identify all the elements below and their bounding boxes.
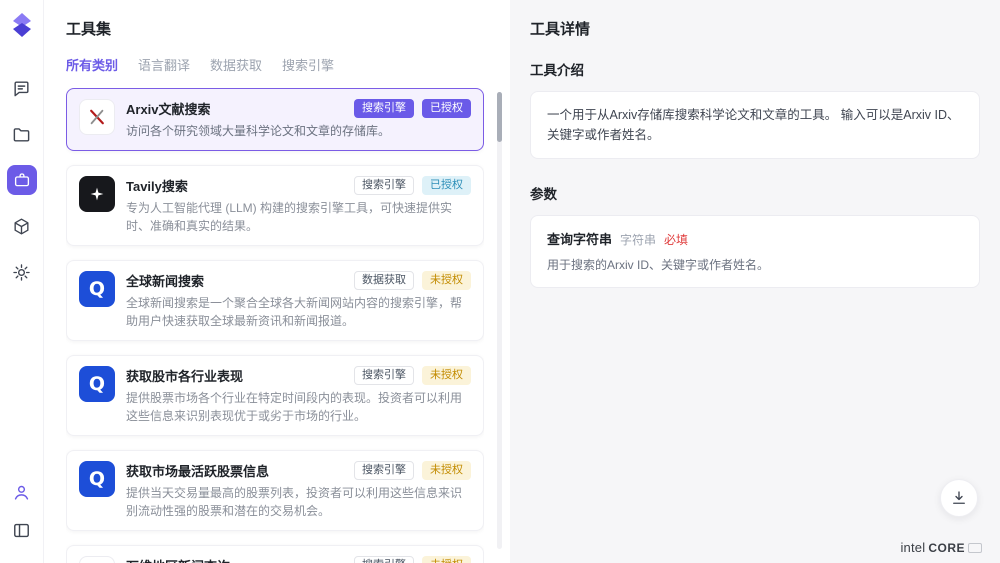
nav-settings-gear-icon[interactable]: [7, 257, 37, 287]
param-name: 查询字符串: [547, 229, 612, 248]
tool-name: 获取股市各行业表现: [126, 366, 243, 385]
auth-status-badge: 未授权: [422, 366, 471, 385]
nav-tools-briefcase-icon[interactable]: [7, 165, 37, 195]
auth-status-badge: 未授权: [422, 461, 471, 480]
intel-logo-text: intel: [900, 540, 925, 555]
tool-intro-text: 一个用于从Arxiv存储库搜索科学论文和文章的工具。 输入可以是Arxiv ID…: [547, 105, 963, 145]
q-logo-icon: Q: [79, 366, 115, 402]
params-section-heading: 参数: [530, 183, 980, 203]
q-logo-letter: Q: [89, 468, 105, 490]
category-tabs: 所有类别 语言翻译 数据获取 搜索引擎: [66, 55, 484, 74]
param-required-badge: 必填: [664, 231, 688, 248]
q-logo-letter: Q: [89, 278, 105, 300]
tool-description: 提供股票市场各个行业在特定时间段内的表现。投资者可以利用这些信息来识别表现优于或…: [126, 389, 471, 425]
core-badge-box: [968, 543, 982, 553]
tool-card-tavily[interactable]: Tavily搜索 搜索引擎 已授权 专为人工智能代理 (LLM) 构建的搜索引擎…: [66, 165, 484, 246]
q-logo-icon: Q: [79, 271, 115, 307]
news-document-icon: [79, 556, 115, 563]
tool-card-global-news-search[interactable]: Q 全球新闻搜索 数据获取 未授权 全球新闻搜索是一个聚合全球各大新闻网站内容的…: [66, 260, 484, 341]
param-type: 字符串: [620, 231, 656, 248]
auth-status-badge: 未授权: [422, 556, 471, 563]
category-tag: 搜索引擎: [354, 461, 414, 480]
category-tag: 搜索引擎: [354, 556, 414, 563]
category-tag: 搜索引擎: [354, 366, 414, 385]
tool-description: 访问各个研究领域大量科学论文和文章的存储库。: [126, 122, 471, 140]
intro-section-heading: 工具介绍: [530, 59, 980, 79]
download-button[interactable]: [940, 479, 978, 517]
intro-card: 一个用于从Arxiv存储库搜索科学论文和文章的工具。 输入可以是Arxiv ID…: [530, 91, 980, 159]
user-profile-icon[interactable]: [7, 477, 37, 507]
category-tag: 数据获取: [354, 271, 414, 290]
tool-description: 专为人工智能代理 (LLM) 构建的搜索引擎工具，可快速提供实时、准确和真实的结…: [126, 199, 471, 235]
core-logo-text: CORE: [928, 541, 965, 555]
tool-description: 全球新闻搜索是一个聚合全球各大新闻网站内容的搜索引擎，帮助用户快速获取全球最新资…: [126, 294, 471, 330]
tool-card-arxiv[interactable]: Arxiv文献搜索 搜索引擎 已授权 访问各个研究领域大量科学论文和文章的存储库…: [66, 88, 484, 151]
q-logo-icon: Q: [79, 461, 115, 497]
tool-card-sector-performance[interactable]: Q 获取股市各行业表现 搜索引擎 未授权 提供股票市场各个行业在特定时间段内的表…: [66, 355, 484, 436]
auth-status-badge: 已授权: [422, 99, 471, 118]
scrollbar-thumb[interactable]: [497, 92, 502, 142]
tool-name: 全球新闻搜索: [126, 271, 204, 290]
tab-search-engine[interactable]: 搜索引擎: [282, 55, 334, 74]
tab-all-categories[interactable]: 所有类别: [66, 55, 118, 74]
collapse-panel-icon[interactable]: [7, 515, 37, 545]
auth-status-badge: 已授权: [422, 176, 471, 195]
detail-panel-title: 工具详情: [530, 18, 980, 39]
tools-panel-title: 工具集: [66, 18, 484, 39]
tool-name: 获取市场最活跃股票信息: [126, 461, 269, 480]
tool-name: 万维地区新闻查询: [126, 556, 230, 563]
tool-description: 提供当天交易量最高的股票列表，投资者可以利用这些信息来识别流动性强的股票和潜在的…: [126, 484, 471, 520]
app-logo-icon: [10, 12, 34, 43]
tab-language-translation[interactable]: 语言翻译: [138, 55, 190, 74]
tool-detail-panel: 工具详情 工具介绍 一个用于从Arxiv存储库搜索科学论文和文章的工具。 输入可…: [510, 0, 1000, 563]
q-logo-letter: Q: [89, 373, 105, 395]
tool-card-most-active-stocks[interactable]: Q 获取市场最活跃股票信息 搜索引擎 未授权 提供当天交易量最高的股票列表，投资…: [66, 450, 484, 531]
tab-data-fetching[interactable]: 数据获取: [210, 55, 262, 74]
category-tag: 搜索引擎: [354, 99, 414, 118]
category-tag: 搜索引擎: [354, 176, 414, 195]
tools-panel: 工具集 所有类别 语言翻译 数据获取 搜索引擎 Arxiv文献搜索 搜索引擎 已…: [44, 0, 510, 563]
param-description: 用于搜索的Arxiv ID、关键字或作者姓名。: [547, 256, 963, 274]
download-icon: [950, 489, 968, 507]
auth-status-badge: 未授权: [422, 271, 471, 290]
tool-name: Tavily搜索: [126, 176, 188, 195]
list-scrollbar[interactable]: [497, 92, 502, 549]
nav-cube-icon[interactable]: [7, 211, 37, 241]
app-rail: [0, 0, 44, 563]
param-card: 查询字符串 字符串 必填 用于搜索的Arxiv ID、关键字或作者姓名。: [530, 215, 980, 288]
nav-folder-icon[interactable]: [7, 119, 37, 149]
tool-card-regional-news[interactable]: 万维地区新闻查询 搜索引擎 未授权 查询具体行政区划内的新闻，快速了解各地新闻动: [66, 545, 484, 563]
nav-chat-icon[interactable]: [7, 73, 37, 103]
tool-name: Arxiv文献搜索: [126, 99, 211, 118]
arxiv-logo-icon: [79, 99, 115, 135]
intel-core-logo: intel CORE: [900, 540, 982, 555]
tool-list: Arxiv文献搜索 搜索引擎 已授权 访问各个研究领域大量科学论文和文章的存储库…: [66, 88, 484, 563]
tavily-star-icon: [79, 176, 115, 212]
